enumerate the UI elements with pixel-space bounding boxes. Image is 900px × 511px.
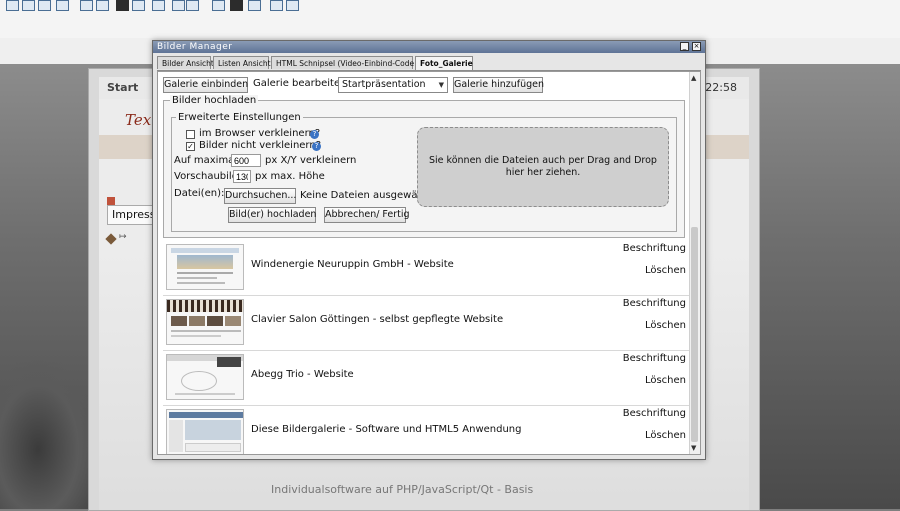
preview-size-suffix: px max. Höhe [255,171,325,182]
no-shrink-label: Bilder nicht verkleinern? [199,140,322,151]
upload-fieldset: Bilder hochladen Erweiterte Einstellunge… [163,95,685,238]
preview-size-input[interactable] [233,170,251,183]
upload-button[interactable]: Bild(er) hochladen [228,207,316,223]
drop-zone[interactable]: Sie können die Dateien auch per Drag and… [417,127,669,207]
picture-icon[interactable] [270,0,283,11]
max-size-label: Auf maximal [174,155,238,166]
no-files-text: Keine Dateien ausgewählt [300,190,431,201]
format-icon[interactable] [22,0,35,11]
cancel-button[interactable]: Abbrechen/ Fertig [324,207,410,223]
marker-icon [107,197,115,205]
tab-listen-ansicht[interactable]: Listen Ansicht [213,56,271,69]
caption-link[interactable]: Beschriftung [623,298,686,310]
gallery-thumbnail[interactable] [166,244,244,290]
tab-foto-galerie[interactable]: Foto_Galerie [415,56,473,70]
link-icon[interactable] [212,0,225,11]
background-plant-image [0,360,95,509]
caption-link[interactable]: Beschriftung [623,243,686,255]
no-shrink-checkbox[interactable]: ✓ [186,142,195,151]
dialog-title: Bilder Manager [157,42,233,52]
gallery-thumbnail[interactable] [166,409,244,454]
dialog-content: Galerie einbinden Galerie bearbeiten: St… [157,71,701,455]
advanced-settings-fieldset: Erweiterte Einstellungen im Browser verk… [171,112,677,232]
dialog-titlebar[interactable]: Bilder Manager _ × [153,41,705,53]
upload-legend: Bilder hochladen [170,95,259,106]
scroll-down-icon[interactable]: ▼ [691,444,696,452]
format-icon[interactable] [38,0,51,11]
list-item[interactable]: Diese Bildergalerie - Software und HTML5… [163,406,689,454]
save-icon[interactable] [116,0,129,11]
image-icon[interactable] [132,0,145,11]
help-icon[interactable]: ? [310,130,319,139]
scroll-up-icon[interactable]: ▲ [691,74,696,82]
arrow-icon: ↦ [119,232,127,242]
max-size-suffix: px X/Y verkleinern [265,155,357,166]
minimize-button[interactable]: _ [680,42,689,51]
gallery-list: Windenergie Neuruppin GmbH - Website Bes… [163,241,689,454]
gallery-select[interactable]: Startpräsentation ▼ [338,77,448,93]
gallery-select-value: Startpräsentation [342,79,426,90]
align-icon[interactable] [80,0,93,11]
delete-link[interactable]: Löschen [645,430,686,442]
gallery-title: Clavier Salon Göttingen - selbst gepfleg… [251,314,504,325]
preview-size-label: Vorschaubild [174,171,239,182]
list-item[interactable]: Abegg Trio - Website Beschriftung Lösche… [163,351,689,406]
footer-text: Individualsoftware auf PHP/JavaScript/Qt… [271,483,534,496]
delete-link[interactable]: Löschen [645,265,686,277]
caption-link[interactable]: Beschriftung [623,408,686,420]
help-icon[interactable]: ? [312,142,321,151]
dialog-tab-bar: Bilder Ansicht Listen Ansicht HTML Schni… [157,56,701,71]
gallery-thumbnail[interactable] [166,354,244,400]
clock: 22:58 [705,81,737,94]
tab-bilder-ansicht[interactable]: Bilder Ansicht [157,56,214,69]
image-icon[interactable] [248,0,261,11]
add-gallery-button[interactable]: Galerie hinzufügen [453,77,544,93]
pen-icon[interactable] [105,233,117,245]
code-icon[interactable] [286,0,299,11]
format-icon[interactable] [6,0,19,11]
gallery-thumbnail[interactable] [166,299,244,345]
delete-link[interactable]: Löschen [645,320,686,332]
scrollbar-thumb[interactable] [691,227,698,442]
chevron-down-icon: ▼ [438,81,444,89]
list-item[interactable]: Clavier Salon Göttingen - selbst gepfleg… [163,296,689,351]
embed-gallery-button[interactable]: Galerie einbinden [163,77,248,93]
table-icon[interactable] [56,0,69,11]
copy-icon[interactable] [172,0,185,11]
editor-toolbar [0,0,900,39]
align-icon[interactable] [96,0,109,11]
tab-html-schnipsel[interactable]: HTML Schnipsel (Video-Einbind-Code o.ä) [271,56,431,69]
table-icon[interactable] [152,0,165,11]
close-button[interactable]: × [692,42,701,51]
paste-icon[interactable] [186,0,199,11]
image-manager-dialog: Bilder Manager _ × Bilder Ansicht Listen… [152,40,706,460]
gallery-title: Diese Bildergalerie - Software und HTML5… [251,424,522,435]
gallery-edit-label: Galerie bearbeiten: [253,78,350,89]
vertical-scrollbar[interactable]: ▲ ▼ [689,72,700,454]
shrink-in-browser-label: im Browser verkleinern? [199,128,321,139]
document-title: Tex [125,111,152,129]
shrink-in-browser-checkbox[interactable] [186,130,195,139]
tab-start[interactable]: Start [107,81,138,94]
advanced-settings-legend: Erweiterte Einstellungen [176,112,303,123]
gallery-title: Windenergie Neuruppin GmbH - Website [251,259,454,270]
delete-link[interactable]: Löschen [645,375,686,387]
max-size-input[interactable] [231,154,261,167]
files-label: Datei(en): [174,188,225,199]
caption-link[interactable]: Beschriftung [623,353,686,365]
gallery-title: Abegg Trio - Website [251,369,354,380]
media-icon[interactable] [230,0,243,11]
browse-button[interactable]: Durchsuchen... [224,188,296,204]
list-item[interactable]: Windenergie Neuruppin GmbH - Website Bes… [163,241,689,296]
